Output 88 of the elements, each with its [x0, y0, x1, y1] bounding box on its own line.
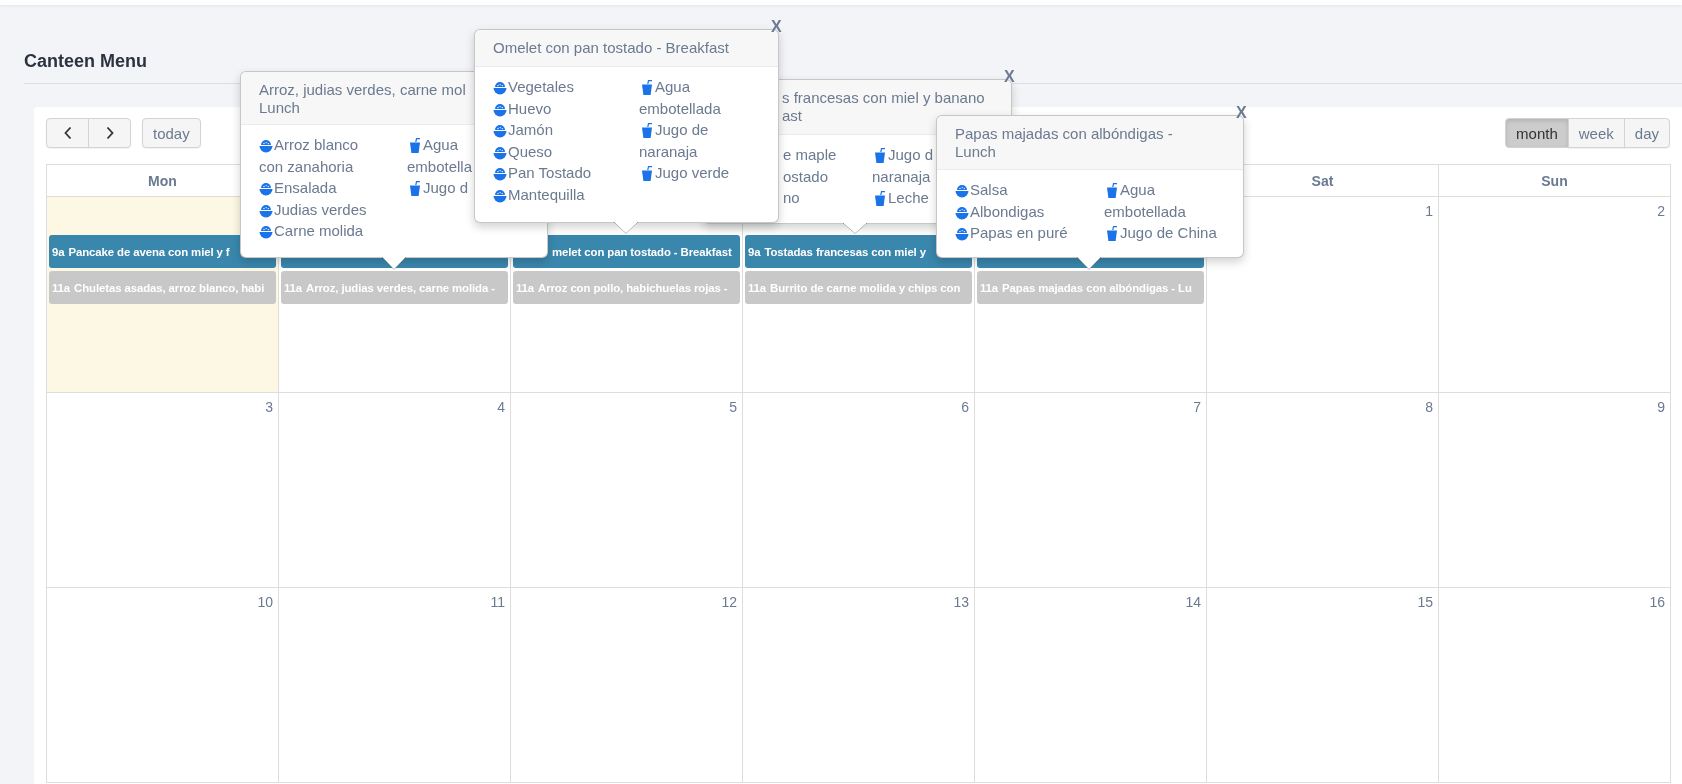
bowl-icon — [955, 184, 969, 198]
day-number: 11 — [490, 594, 506, 610]
day-number: 7 — [1193, 399, 1202, 415]
page-title: Canteen Menu — [24, 50, 147, 73]
bowl-icon — [259, 203, 273, 218]
menu-item-text: Jugo d — [888, 145, 934, 165]
menu-item-text: Agua — [1120, 180, 1156, 200]
menu-item-text: Agua — [423, 135, 459, 155]
bowl-icon — [955, 227, 969, 241]
menu-item-text: embotellada — [639, 98, 721, 119]
bowl-icon — [493, 124, 507, 138]
day-number: 8 — [1425, 399, 1434, 415]
menu-item-text: Albondigas — [970, 201, 1045, 222]
bowl-icon — [259, 182, 273, 196]
bowl-icon — [493, 167, 507, 181]
menu-item-text: no — [783, 188, 800, 208]
cup-icon — [874, 148, 886, 163]
day-number: 2 — [1657, 203, 1666, 219]
cup-icon — [641, 166, 653, 181]
day-number: 14 — [1185, 594, 1202, 610]
weekday-header: Mon — [148, 172, 177, 189]
day-number: 10 — [257, 594, 274, 610]
menu-item-text: Huevo — [508, 98, 552, 119]
menu-item-text: Jugo d — [423, 178, 469, 198]
cup-icon — [874, 191, 886, 206]
bowl-icon — [259, 225, 273, 239]
cup-icon — [1106, 183, 1118, 198]
today-button[interactable]: today — [142, 118, 201, 148]
day-number: 4 — [497, 399, 506, 415]
close-button[interactable]: X — [1236, 105, 1247, 121]
menu-item-text: embotellada — [1104, 201, 1186, 222]
previous-button[interactable] — [46, 118, 89, 148]
menu-item-text: con zanahoria — [259, 156, 354, 177]
menu-item-text: Jugo de China — [1120, 223, 1217, 243]
chevron-left-icon — [62, 126, 73, 140]
menu-item-text: Jugo verde — [655, 163, 730, 183]
menu-item-text: Jamón — [508, 120, 554, 140]
menu-item-text: Agua — [655, 77, 691, 97]
menu-item-text: ostado — [783, 166, 829, 187]
popover-title: Arroz, judias verdes, carne mol Lunch — [259, 81, 466, 117]
next-button[interactable] — [88, 118, 131, 148]
menu-item-text: Vegetales — [508, 77, 574, 97]
weekday-header: Sun — [1541, 172, 1568, 189]
menu-item-text: Salsa — [970, 180, 1008, 200]
view-button[interactable]: week — [1567, 118, 1625, 148]
day-number: 9 — [1657, 399, 1666, 415]
view-button[interactable]: day — [1623, 118, 1670, 148]
weekday-header: Sat — [1311, 172, 1334, 189]
bowl-icon — [493, 102, 507, 117]
popover-title: Omelet con pan tostado - Breakfast — [493, 39, 729, 57]
menu-item-text: naranaja — [639, 141, 698, 162]
chevron-right-icon — [104, 126, 115, 140]
menu-item-text: Ensalada — [274, 178, 337, 198]
bowl-icon — [493, 145, 507, 160]
day-number: 3 — [265, 399, 274, 415]
menu-item-text: Carne molida — [274, 221, 364, 241]
view-button[interactable]: month — [1505, 118, 1569, 148]
menu-item-text: Queso — [508, 141, 553, 162]
bowl-icon — [955, 205, 969, 220]
cup-icon — [409, 138, 421, 153]
popover-title: Papas majadas con albóndigas - Lunch — [955, 125, 1173, 161]
bowl-icon — [259, 139, 273, 153]
menu-item-text: Arroz blanco — [274, 135, 359, 155]
menu-item-text: Papas en puré — [970, 223, 1068, 243]
day-number: 16 — [1649, 594, 1666, 610]
menu-item-text: Judias verdes — [274, 199, 367, 220]
day-number: 12 — [721, 594, 738, 610]
menu-item-text: Leche — [888, 188, 929, 208]
cup-icon — [641, 123, 653, 138]
close-button[interactable]: X — [1004, 69, 1015, 85]
day-number: 13 — [953, 594, 970, 610]
day-number: 6 — [961, 399, 970, 415]
bowl-icon — [493, 81, 507, 95]
menu-item-text: naranaja — [872, 166, 931, 187]
menu-item-text: Jugo de — [655, 120, 709, 140]
cup-icon — [641, 80, 653, 95]
day-number: 15 — [1417, 594, 1434, 610]
cup-icon — [409, 181, 421, 196]
menu-item-text: embotella — [407, 156, 473, 177]
day-number: 1 — [1425, 203, 1434, 219]
menu-item-text: Mantequilla — [508, 184, 585, 205]
close-button[interactable]: X — [771, 19, 782, 35]
bowl-icon — [493, 188, 507, 203]
day-number: 5 — [729, 399, 738, 415]
popover-title: s francesas con miel y banano ast — [782, 89, 985, 125]
cup-icon — [1106, 226, 1118, 241]
menu-item-text: e maple — [783, 145, 837, 165]
menu-item-text: Pan Tostado — [508, 163, 592, 183]
